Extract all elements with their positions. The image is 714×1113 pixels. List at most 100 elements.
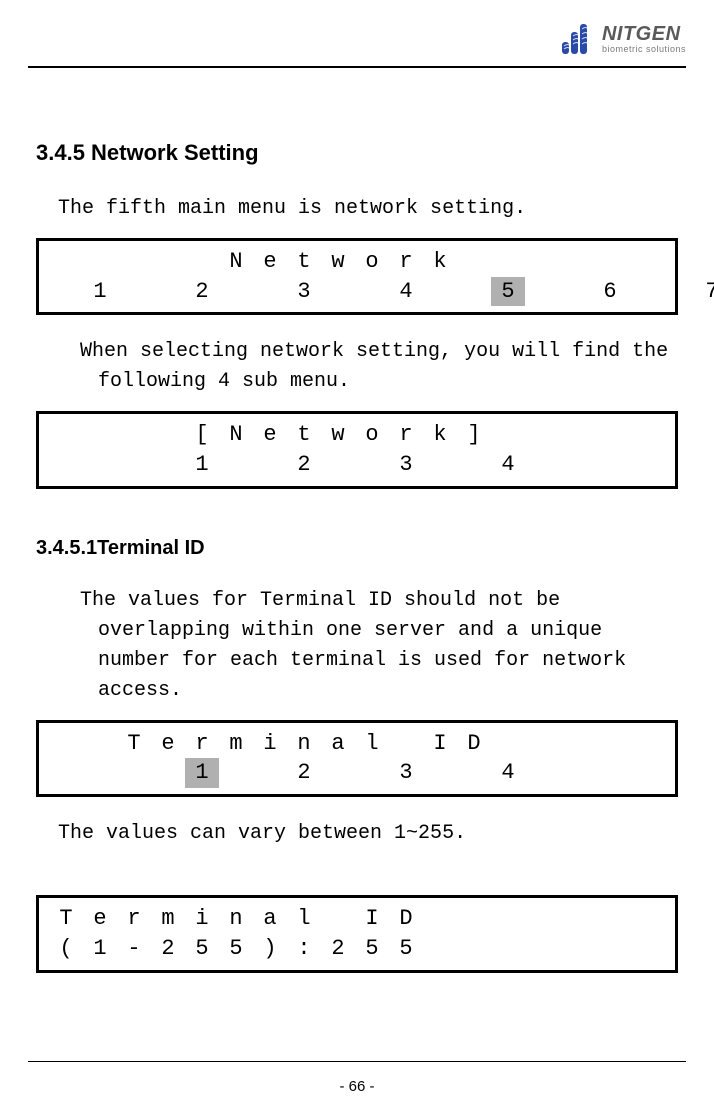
lcd-cell: i [253, 729, 287, 759]
lcd-cell [355, 277, 389, 307]
lcd-cell [389, 729, 423, 759]
lcd-display-terminal-id-menu: Terminal ID 1 2 3 4 [36, 720, 678, 797]
lcd-cell: D [389, 904, 423, 934]
lcd-cell [423, 758, 457, 788]
lcd-cell: T [117, 729, 151, 759]
paragraph-submenu: When selecting network setting, you will… [58, 337, 678, 397]
lcd-cell [593, 729, 627, 759]
lcd-row: Terminal ID [49, 904, 665, 934]
lcd-cell [117, 450, 151, 480]
brand-logo: NITGEN biometric solutions [562, 24, 686, 54]
lcd-cell: 5 [185, 934, 219, 964]
lcd-cell: 3 [389, 450, 423, 480]
lcd-cell: r [185, 729, 219, 759]
paragraph-range: The values can vary between 1~255. [58, 819, 678, 849]
section-heading: 3.4.5 Network Setting [36, 140, 678, 166]
lcd-cell [457, 758, 491, 788]
lcd-cell [525, 450, 559, 480]
lcd-cell: t [287, 247, 321, 277]
lcd-cell [151, 247, 185, 277]
lcd-cell [117, 247, 151, 277]
lcd-cell [525, 729, 559, 759]
lcd-cell [457, 934, 491, 964]
lcd-cell [185, 247, 219, 277]
lcd-cell [457, 277, 491, 307]
fingerprint-icon [562, 24, 596, 54]
lcd-cell [457, 247, 491, 277]
lcd-cell [49, 277, 83, 307]
lcd-row: (1-255):255 [49, 934, 665, 964]
lcd-cell: w [321, 247, 355, 277]
lcd-cell [83, 758, 117, 788]
lcd-cell: 6 [593, 277, 627, 307]
lcd-cell [661, 277, 695, 307]
lcd-cell: 7 [695, 277, 714, 307]
lcd-cell: k [423, 420, 457, 450]
lcd-display-network-submenu: [Network] 1 2 3 4 [36, 411, 678, 488]
lcd-cell [491, 934, 525, 964]
lcd-cell: 2 [321, 934, 355, 964]
lcd-cell [457, 904, 491, 934]
lcd-cell [491, 247, 525, 277]
lcd-cell [117, 420, 151, 450]
lcd-cell: 1 [83, 277, 117, 307]
lcd-cell: e [253, 420, 287, 450]
lcd-cell [219, 277, 253, 307]
lcd-cell: 4 [389, 277, 423, 307]
lcd-cell [559, 934, 593, 964]
lcd-cell: o [355, 420, 389, 450]
lcd-cell [151, 450, 185, 480]
lcd-cell: : [287, 934, 321, 964]
lcd-cell [83, 450, 117, 480]
lcd-cell [355, 758, 389, 788]
lcd-cell [525, 420, 559, 450]
lcd-cell: 3 [287, 277, 321, 307]
lcd-cell [559, 729, 593, 759]
lcd-cell: 4 [491, 450, 525, 480]
lcd-cell [151, 758, 185, 788]
lcd-cell [593, 420, 627, 450]
paragraph-terminal-id: The values for Terminal ID should not be… [58, 586, 678, 706]
lcd-cell [83, 247, 117, 277]
paragraph-intro: The fifth main menu is network setting. [58, 194, 678, 224]
lcd-cell: e [253, 247, 287, 277]
lcd-cell: N [219, 247, 253, 277]
lcd-row: 1 2 3 4 5 6 7 [49, 277, 665, 307]
lcd-cell [219, 758, 253, 788]
lcd-cell [559, 904, 593, 934]
lcd-cell [593, 904, 627, 934]
lcd-cell: k [423, 247, 457, 277]
lcd-cell: 1 [83, 934, 117, 964]
lcd-cell: 3 [389, 758, 423, 788]
lcd-cell [593, 758, 627, 788]
lcd-cell [49, 420, 83, 450]
lcd-cell: 5 [389, 934, 423, 964]
lcd-cell [525, 758, 559, 788]
lcd-cell: D [457, 729, 491, 759]
lcd-cell: r [389, 420, 423, 450]
lcd-cell: 2 [287, 450, 321, 480]
lcd-cell: 1 [185, 450, 219, 480]
lcd-cell: ) [253, 934, 287, 964]
lcd-cell: r [117, 904, 151, 934]
lcd-cell [525, 277, 559, 307]
lcd-cell [253, 277, 287, 307]
lcd-row: 1 2 3 4 [49, 758, 665, 788]
lcd-row: Terminal ID [49, 729, 665, 759]
lcd-cell: 5 [219, 934, 253, 964]
lcd-cell [49, 729, 83, 759]
lcd-cell: t [287, 420, 321, 450]
lcd-cell [117, 758, 151, 788]
lcd-cell: 1 [185, 758, 219, 788]
lcd-row: 1 2 3 4 [49, 450, 665, 480]
lcd-cell: I [423, 729, 457, 759]
page-header: NITGEN biometric solutions [0, 0, 714, 66]
lcd-cell: N [219, 420, 253, 450]
lcd-cell: ] [457, 420, 491, 450]
lcd-cell: e [151, 729, 185, 759]
lcd-cell: a [321, 729, 355, 759]
lcd-cell: o [355, 247, 389, 277]
lcd-cell [457, 450, 491, 480]
lcd-cell [151, 277, 185, 307]
logo-text: NITGEN biometric solutions [602, 24, 686, 54]
